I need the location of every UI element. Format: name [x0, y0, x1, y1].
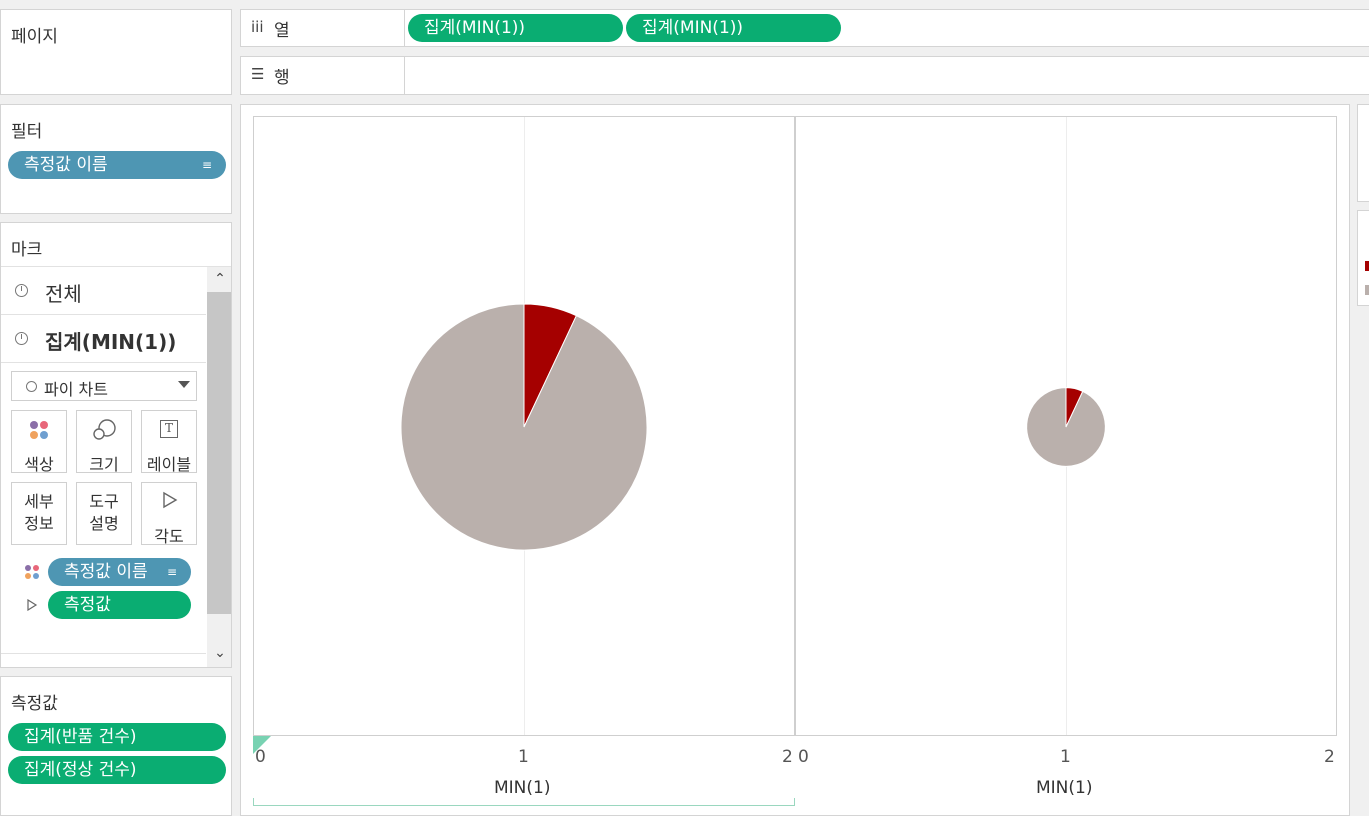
list-icon: ☰: [251, 65, 265, 83]
chart-pane-2[interactable]: [795, 116, 1337, 736]
measure-pill-label: 집계(정상 건수): [24, 760, 137, 780]
filter-pill-label: 측정값 이름: [24, 155, 108, 175]
chevron-down-icon: [178, 381, 190, 388]
pie-chart-2[interactable]: [796, 117, 1338, 737]
legend-swatch-returns: [1365, 261, 1369, 271]
legend-swatch-normal: [1365, 285, 1369, 295]
mark-type-label: 파이 차트: [44, 380, 108, 399]
legend-card-stub: [1357, 104, 1369, 202]
scroll-up-button[interactable]: ⌃: [210, 271, 230, 291]
columns-pill-min1-b[interactable]: 집계(MIN(1)): [626, 14, 841, 42]
mark-type-dropdown[interactable]: 파이 차트: [11, 371, 197, 401]
measure-pill-normal[interactable]: 집계(정상 건수): [8, 756, 226, 784]
angle-icon: [163, 491, 178, 509]
chart-pane-1[interactable]: [253, 116, 795, 736]
label-button-label: 레이블: [146, 455, 192, 474]
filters-card-title: 필터: [11, 122, 43, 142]
detail-button[interactable]: 세부 정보: [11, 482, 67, 545]
columns-pill-label: 집계(MIN(1)): [424, 18, 526, 38]
columns-icon: iii: [251, 18, 264, 36]
color-dots-icon: [25, 565, 39, 579]
tooltip-button[interactable]: 도구 설명: [76, 482, 132, 545]
columns-shelf[interactable]: iii 열 집계(MIN(1)) 집계(MIN(1)): [240, 9, 1369, 47]
angle-button-label: 각도: [154, 527, 184, 546]
scrollbar[interactable]: [207, 267, 231, 667]
marks-card-title: 마크: [11, 240, 43, 260]
x-tick: 1: [518, 747, 529, 767]
x-tick: 2: [1324, 747, 1335, 767]
x-axis-title: MIN(1): [1036, 778, 1093, 798]
divider: [404, 10, 405, 46]
x-tick: 1: [1060, 747, 1071, 767]
pages-card-title: 페이지: [11, 27, 58, 47]
divider: [1, 653, 206, 654]
measure-values-card-title: 측정값: [11, 694, 58, 714]
scroll-down-button[interactable]: ⌄: [210, 645, 230, 665]
size-button[interactable]: 크기: [76, 410, 132, 474]
marks-pill-measure-names[interactable]: 측정값 이름 ≡: [48, 558, 191, 586]
marks-row-label: 집계(MIN(1)): [45, 330, 177, 354]
x-axis-1: 0 1 2 MIN(1): [253, 736, 795, 806]
marks-pill-label: 측정값 이름: [64, 562, 148, 582]
color-button[interactable]: 색상: [11, 410, 67, 474]
x-tick: 0: [798, 747, 809, 767]
marks-card: 마크 전체 집계(MIN(1)) 파이 차트 색상 크기 T 레이블 세부 정보: [0, 222, 232, 668]
pie-slice[interactable]: [1026, 387, 1106, 467]
scrollbar-thumb[interactable]: [207, 292, 231, 614]
label-button[interactable]: T 레이블: [141, 410, 197, 474]
marks-row-min1[interactable]: 집계(MIN(1)): [1, 315, 206, 363]
columns-pill-label: 집계(MIN(1)): [642, 18, 744, 38]
angle-icon: [27, 599, 38, 611]
pie-icon: [15, 332, 28, 345]
pie-icon: [26, 381, 37, 392]
detail-button-label-2: 정보: [24, 514, 54, 533]
pages-card: 페이지: [0, 9, 232, 95]
pie-icon: [15, 284, 28, 297]
filter-pill-measure-names[interactable]: 측정값 이름 ≡: [8, 151, 226, 179]
detail-button-label-1: 세부: [24, 492, 54, 511]
pie-chart-1[interactable]: [254, 117, 796, 737]
marks-pill-label: 측정값: [64, 595, 111, 615]
marks-row-label: 전체: [45, 282, 82, 306]
color-dots-icon: [30, 421, 48, 439]
size-icon: [93, 419, 116, 440]
size-button-label: 크기: [89, 455, 119, 474]
selection-bracket: [253, 798, 795, 806]
marks-row-all[interactable]: 전체: [1, 267, 206, 315]
marks-pill-measure-values[interactable]: 측정값: [48, 591, 191, 619]
x-tick: 0: [255, 747, 266, 767]
filters-card: 필터 측정값 이름 ≡: [0, 104, 232, 214]
columns-shelf-label: 열: [274, 21, 290, 41]
x-axis-title: MIN(1): [494, 778, 551, 798]
sort-icon: ≡: [201, 158, 212, 172]
x-axis-2: 0 1 2 MIN(1): [795, 736, 1337, 806]
tooltip-button-label-1: 도구: [89, 492, 119, 511]
color-button-label: 색상: [24, 455, 54, 474]
rows-shelf-label: 행: [274, 68, 290, 88]
tooltip-button-label-2: 설명: [89, 514, 119, 533]
x-tick: 2: [782, 747, 793, 767]
angle-button[interactable]: 각도: [141, 482, 197, 546]
legend-card-colors: [1357, 210, 1369, 306]
divider: [404, 57, 405, 94]
measure-pill-returns[interactable]: 집계(반품 건수): [8, 723, 226, 751]
rows-shelf[interactable]: ☰ 행: [240, 56, 1369, 95]
pie-slice[interactable]: [400, 303, 648, 551]
columns-pill-min1-a[interactable]: 집계(MIN(1)): [408, 14, 623, 42]
text-icon: T: [160, 420, 178, 438]
sort-icon: ≡: [166, 565, 177, 579]
measure-pill-label: 집계(반품 건수): [24, 727, 137, 747]
measure-values-card: 측정값 집계(반품 건수) 집계(정상 건수): [0, 676, 232, 816]
